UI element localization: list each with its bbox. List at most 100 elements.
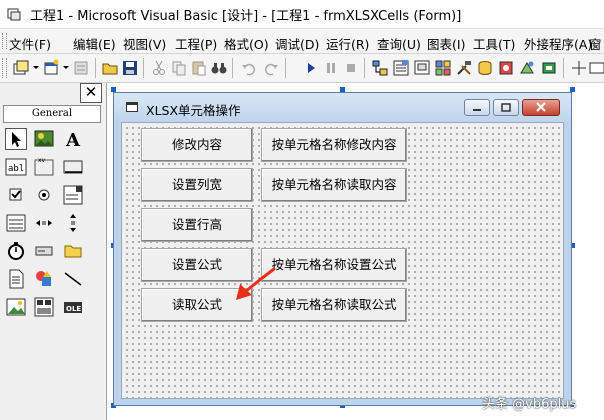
menu-debug[interactable]: 调试(D) (274, 34, 320, 53)
menu-edit[interactable]: 编辑(E) (72, 34, 117, 53)
run-start-icon[interactable] (302, 59, 320, 77)
save-icon[interactable] (121, 59, 139, 77)
toolbox-panel: ✕ General A abl xv OLE (0, 83, 107, 420)
data-control-icon (34, 297, 54, 317)
frame-tool[interactable]: xv (33, 156, 55, 178)
form-minimize-button[interactable] (464, 99, 490, 116)
svg-text:OLE: OLE (66, 305, 81, 313)
form-caption: XLSX单元格操作 (146, 103, 241, 118)
label-tool[interactable]: A (62, 128, 84, 151)
line-icon (64, 272, 82, 286)
data-tool[interactable] (33, 296, 55, 318)
vscrollbar-tool[interactable] (62, 212, 84, 234)
project-explorer-icon[interactable] (371, 59, 389, 77)
form-window[interactable]: XLSX单元格操作 修改内容 按单元格名称修改内容 设置列宽 按单元格名称读取内… (113, 92, 572, 406)
combobox-tool[interactable] (62, 184, 84, 206)
menu-run[interactable]: 运行(R) (325, 34, 370, 53)
menu-view[interactable]: 视图(V) (122, 34, 167, 53)
timer-tool[interactable] (5, 240, 27, 262)
set-column-width-button[interactable]: 设置列宽 (141, 168, 253, 202)
paste-icon[interactable] (190, 59, 208, 77)
form-client-area[interactable]: 修改内容 按单元格名称修改内容 设置列宽 按单元格名称读取内容 设置行高 设置公… (121, 122, 564, 399)
file-icon (9, 269, 24, 289)
redo-icon[interactable] (262, 59, 280, 77)
open-folder-icon[interactable] (101, 59, 119, 77)
cut-icon[interactable] (150, 59, 168, 77)
toolbox-general-tab[interactable]: General (3, 105, 101, 123)
add-in-icon[interactable] (540, 59, 558, 77)
picturebox-tool[interactable] (33, 128, 55, 150)
menu-project[interactable]: 工程(P) (174, 34, 218, 53)
toolbar-separator (563, 58, 564, 78)
drivelistbox-tool[interactable] (33, 240, 55, 262)
menu-editor-icon[interactable] (72, 59, 90, 77)
menu-tools[interactable]: 工具(T) (472, 34, 516, 53)
object-browser-icon[interactable] (434, 59, 452, 77)
add-project-icon[interactable] (12, 59, 30, 77)
menu-window[interactable]: 窗 (588, 34, 603, 53)
textbox-tool[interactable]: abl (5, 156, 27, 178)
set-formula-button[interactable]: 设置公式 (141, 248, 253, 282)
form-layout-icon[interactable] (413, 59, 431, 77)
find-binoculars-icon[interactable] (210, 59, 228, 77)
svg-text:A: A (65, 130, 81, 150)
timer-stopwatch-icon (8, 242, 24, 260)
menu-format[interactable]: 格式(O) (223, 34, 270, 53)
modify-content-button[interactable]: 修改内容 (141, 128, 253, 162)
optionbutton-tool[interactable] (33, 184, 55, 206)
form-close-button[interactable] (522, 99, 560, 116)
position-crosshair-icon (572, 61, 586, 75)
read-formula-by-name-button[interactable]: 按单元格名称读取公式 (261, 288, 407, 322)
set-formula-by-name-button[interactable]: 按单元格名称设置公式 (261, 248, 407, 282)
modify-by-name-button[interactable]: 按单元格名称修改内容 (261, 128, 407, 162)
label-a-icon: A (65, 130, 81, 151)
add-form-icon[interactable] (42, 59, 60, 77)
toolbox-tools-icon[interactable] (455, 59, 473, 77)
menu-chart[interactable]: 图表(I) (426, 34, 466, 53)
read-by-name-button[interactable]: 按单元格名称读取内容 (261, 168, 407, 202)
toolbar-grip[interactable] (2, 58, 7, 78)
listbox-tool[interactable] (5, 212, 27, 234)
end-stop-icon[interactable] (342, 59, 360, 77)
data-view-icon[interactable] (476, 59, 494, 77)
set-row-height-button[interactable]: 设置行高 (141, 208, 253, 242)
form-title-bar[interactable]: XLSX单元格操作 (114, 93, 571, 121)
folder-icon (64, 245, 82, 258)
form-maximize-button[interactable] (493, 99, 519, 116)
visual-component-manager-icon[interactable] (497, 59, 515, 77)
line-tool[interactable] (62, 268, 84, 290)
menu-query[interactable]: 查询(U) (376, 34, 422, 53)
menu-file[interactable]: 文件(F) (8, 34, 52, 53)
checkbox-tool[interactable] (5, 184, 27, 206)
menu-grip[interactable] (2, 33, 7, 49)
image-tool[interactable] (5, 296, 27, 318)
ole-icon: OLE (64, 302, 82, 313)
copy-icon[interactable] (170, 59, 188, 77)
window-title: 工程1 - Microsoft Visual Basic [设计] - [工程1… (30, 9, 462, 24)
menu-addins[interactable]: 外接程序(A) (523, 34, 593, 53)
break-pause-icon[interactable] (322, 59, 340, 77)
combobox-icon (63, 185, 83, 205)
commandbutton-tool[interactable] (62, 156, 84, 178)
shape-tool[interactable] (33, 268, 55, 290)
ole-tool[interactable]: OLE (62, 296, 84, 318)
filelistbox-tool[interactable] (5, 268, 27, 290)
optionbutton-icon (38, 189, 50, 201)
undo-icon[interactable] (240, 59, 258, 77)
svg-text:xv: xv (38, 157, 46, 164)
hscrollbar-tool[interactable] (33, 212, 55, 234)
add-project-dropdown-icon[interactable] (33, 66, 39, 69)
component-icon[interactable] (518, 59, 536, 77)
toolbox-close-button[interactable]: ✕ (80, 83, 102, 103)
add-form-dropdown-icon[interactable] (63, 66, 69, 69)
vscrollbar-icon (70, 214, 76, 232)
checkbox-icon (9, 188, 22, 201)
listbox-icon (6, 214, 26, 232)
commandbutton-icon (63, 160, 83, 174)
properties-window-icon[interactable] (392, 59, 410, 77)
read-formula-button[interactable]: 读取公式 (141, 288, 253, 322)
frame-icon: xv (34, 157, 54, 176)
pointer-tool[interactable] (5, 128, 27, 150)
dirlistbox-tool[interactable] (62, 240, 84, 262)
picturebox-icon (34, 130, 54, 147)
